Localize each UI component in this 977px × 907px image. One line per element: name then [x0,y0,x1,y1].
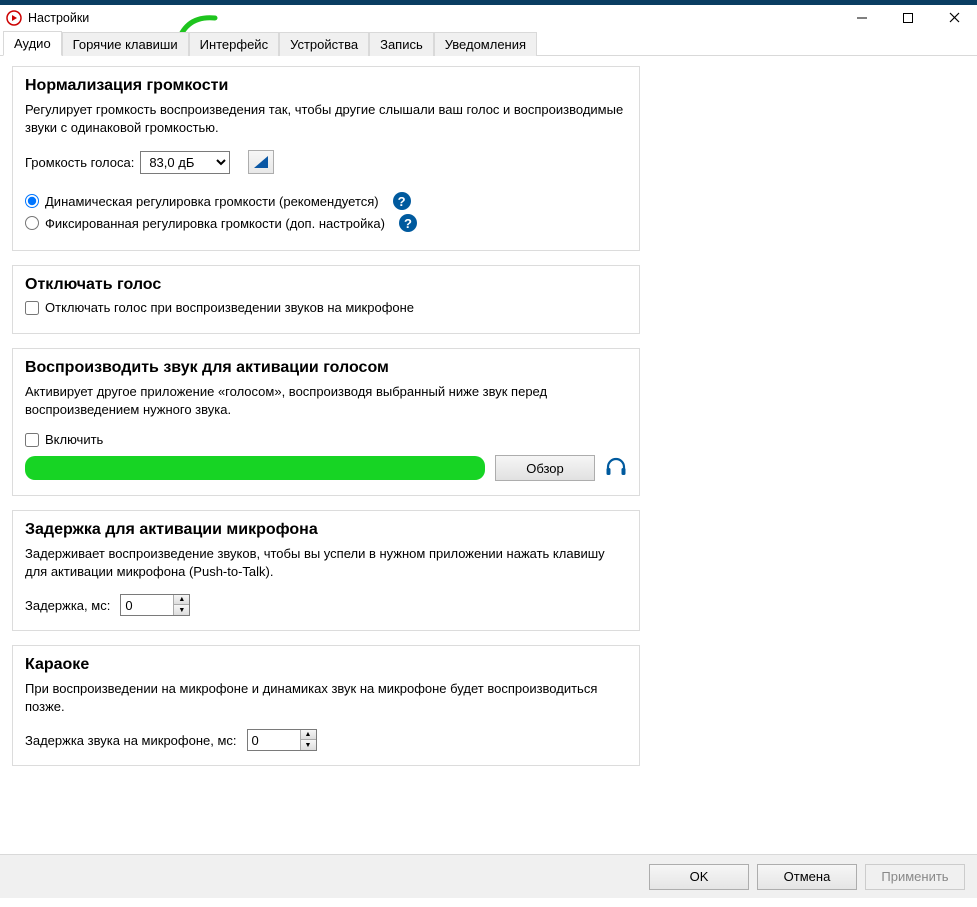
app-icon [6,10,22,26]
mic-delay-label: Задержка, мс: [25,598,110,613]
karaoke-title: Караоке [25,656,627,674]
dialog-footer: OK Отмена Применить [0,854,977,898]
spinner-up-icon[interactable]: ▲ [301,730,316,740]
radio-fixed-volume[interactable] [25,216,39,230]
activation-enable-label: Включить [45,432,103,447]
mic-delay-desc: Задерживает воспроизведение звуков, чтоб… [25,545,627,580]
tab-audio[interactable]: Аудио [3,31,62,56]
radio-dynamic-label: Динамическая регулировка громкости (реко… [45,194,379,209]
voice-volume-label: Громкость голоса: [25,155,134,170]
karaoke-delay-spinner[interactable]: ▲▼ [247,729,317,751]
karaoke-desc: При воспроизведении на микрофоне и динам… [25,680,627,715]
group-mic-delay: Задержка для активации микрофона Задержи… [12,510,640,631]
spinner-down-icon[interactable]: ▼ [174,605,189,615]
cancel-button[interactable]: Отмена [757,864,857,890]
tab-notifications[interactable]: Уведомления [434,32,537,56]
voice-volume-select[interactable]: 83,0 дБ [140,151,230,174]
mic-delay-input[interactable] [121,595,173,615]
group-normalization: Нормализация громкости Регулирует громко… [12,66,640,251]
tab-interface[interactable]: Интерфейс [189,32,279,56]
radio-fixed-label: Фиксированная регулировка громкости (доп… [45,216,385,231]
activation-enable-checkbox[interactable] [25,433,39,447]
spinner-down-icon[interactable]: ▼ [301,740,316,750]
group-karaoke: Караоке При воспроизведении на микрофоне… [12,645,640,766]
normalization-desc: Регулирует громкость воспроизведения так… [25,101,627,136]
group-activation-sound: Воспроизводить звук для активации голосо… [12,348,640,496]
tab-bar: Аудио Горячие клавиши Интерфейс Устройст… [0,30,977,56]
group-mute-voice: Отключать голос Отключать голос при восп… [12,265,640,334]
normalization-title: Нормализация громкости [25,77,627,95]
apply-button[interactable]: Применить [865,864,965,890]
mic-delay-spinner[interactable]: ▲▼ [120,594,190,616]
window-title: Настройки [28,11,89,25]
mute-title: Отключать голос [25,276,627,294]
browse-button[interactable]: Обзор [495,455,595,481]
help-icon[interactable]: ? [393,192,411,210]
titlebar: Настройки [0,0,977,30]
headphones-icon[interactable] [605,457,627,480]
karaoke-delay-input[interactable] [248,730,300,750]
mic-delay-title: Задержка для активации микрофона [25,521,627,539]
tab-record[interactable]: Запись [369,32,434,56]
minimize-button[interactable] [839,5,885,30]
tab-devices[interactable]: Устройства [279,32,369,56]
karaoke-delay-label: Задержка звука на микрофоне, мс: [25,733,237,748]
activation-desc: Активирует другое приложение «голосом», … [25,383,627,418]
close-button[interactable] [931,5,977,30]
activation-title: Воспроизводить звук для активации голосо… [25,359,627,377]
content-area: Нормализация громкости Регулирует громко… [0,56,977,854]
ok-button[interactable]: OK [649,864,749,890]
maximize-button[interactable] [885,5,931,30]
mute-voice-label: Отключать голос при воспроизведении звук… [45,300,414,315]
radio-dynamic-volume[interactable] [25,194,39,208]
volume-measure-button[interactable] [248,150,274,174]
help-icon[interactable]: ? [399,214,417,232]
tab-hotkeys[interactable]: Горячие клавиши [62,32,189,56]
spinner-up-icon[interactable]: ▲ [174,595,189,605]
mute-voice-checkbox[interactable] [25,301,39,315]
sound-path-field[interactable] [25,456,485,480]
